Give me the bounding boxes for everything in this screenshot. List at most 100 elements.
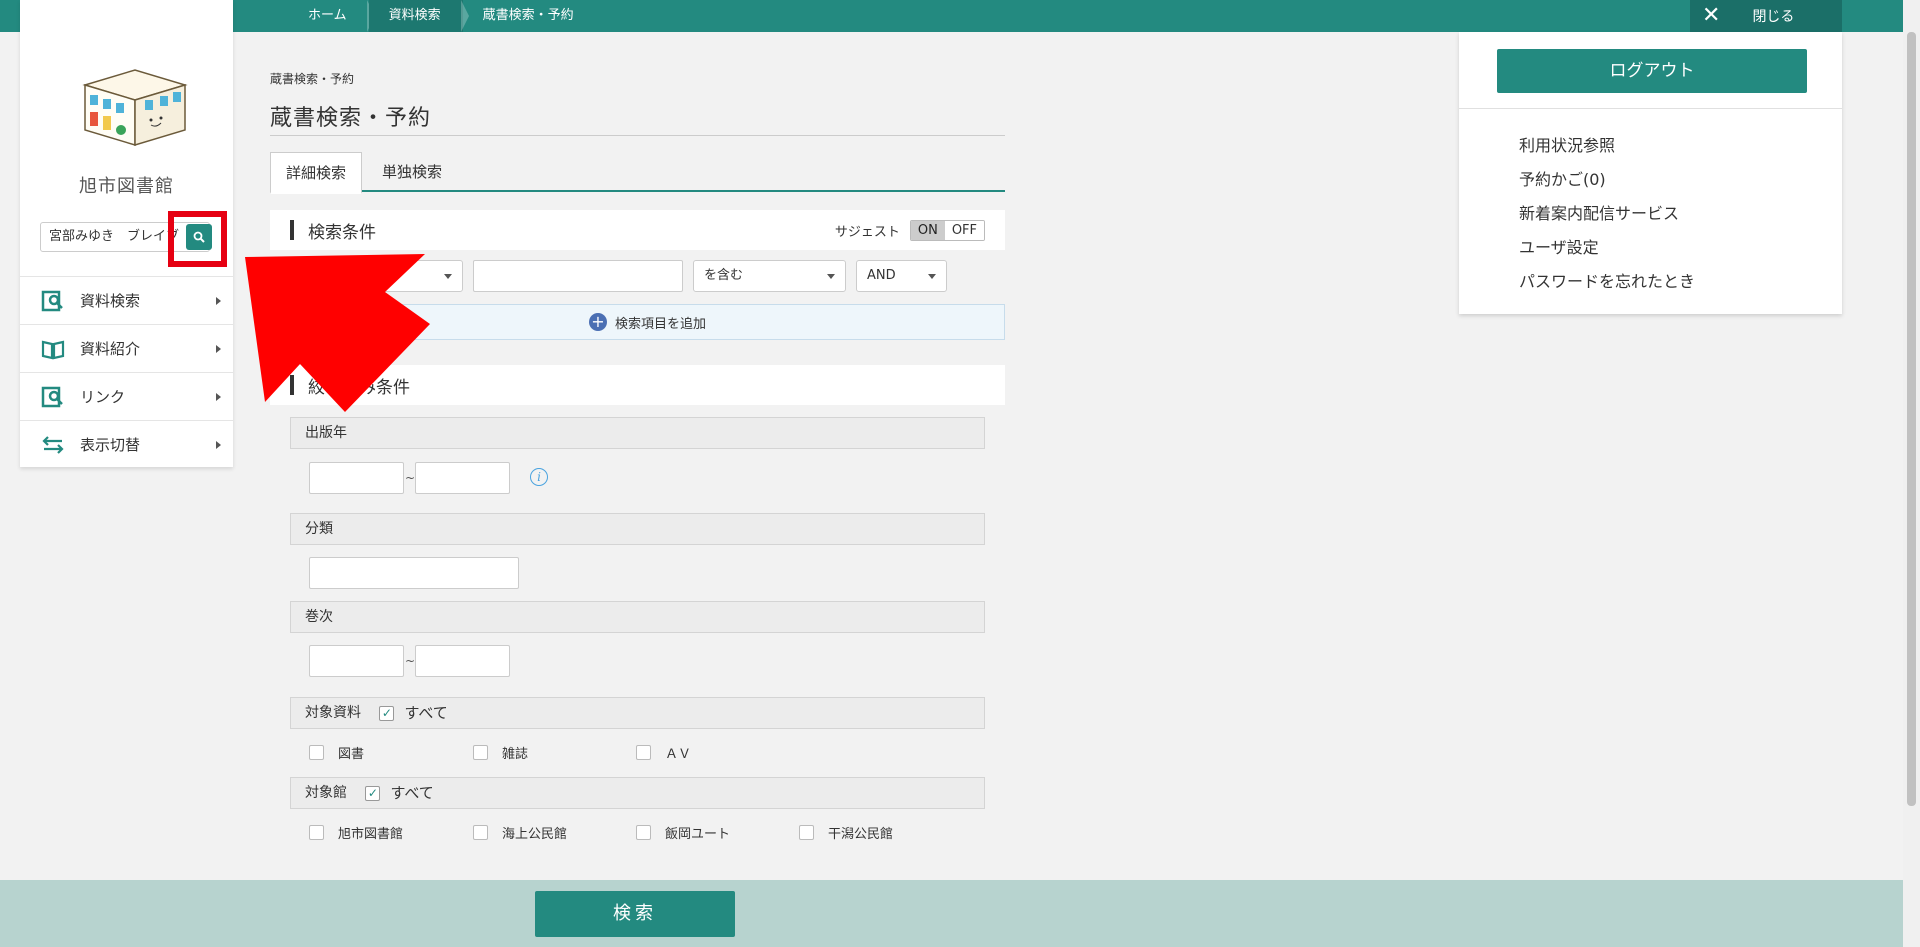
material-checkbox-av[interactable]: ＡＶ [636,743,691,762]
close-icon: ✕ [1702,3,1721,28]
branch-checkbox-unakami[interactable]: 海上公民館 [473,823,567,842]
checkbox[interactable] [473,745,488,760]
checkbox[interactable] [799,825,814,840]
material-all-checkbox[interactable]: ✓ すべて [379,698,448,728]
breadcrumb-current: 蔵書検索・予約 [482,8,574,23]
divider [1459,108,1842,109]
suggest-on-button[interactable]: ON [910,221,945,240]
plus-circle-icon: + [588,313,607,331]
caret-right-icon [216,345,221,353]
breadcrumb-material-search[interactable]: 資料検索 [368,0,469,32]
branch-all-checkbox[interactable]: ✓ すべて [365,778,434,808]
add-search-item-label: 検索項目を追加 [614,316,706,332]
suggest-off-button[interactable]: OFF [944,221,984,240]
logic-select[interactable]: AND [856,260,947,292]
search-conditions-header: 検索条件 サジェスト ON OFF [270,210,1005,250]
checkbox-label: 海上公民館 [502,827,568,842]
logic-select-value: AND [867,268,896,283]
pub-year-to-input[interactable] [415,462,510,494]
scrollbar-thumb[interactable] [1907,32,1916,806]
checkbox-label: 旭市図書館 [338,827,404,842]
range-tilde: ~ [405,654,416,668]
info-icon[interactable]: i [530,468,548,486]
chevron-down-icon [444,274,452,279]
caret-right-icon [216,441,221,449]
target-branch-label: 対象館 [305,785,347,801]
section-title: 検索条件 [308,222,376,243]
breadcrumb: ホーム 資料検索 蔵書検索・予約 [288,0,596,32]
suggest-toggle-group: サジェスト ON OFF [835,220,985,241]
branch-checkbox-higata[interactable]: 干潟公民館 [799,823,893,842]
library-name: 旭市図書館 [79,176,174,197]
page-subtitle: 蔵書検索・予約 [270,72,355,86]
volume-label: 巻次 [290,601,985,633]
tab-detail-search[interactable]: 詳細検索 [270,152,363,194]
range-tilde: ~ [405,471,416,485]
checkbox-label: 飯岡ユート [665,827,731,842]
branch-checkbox-asahi[interactable]: 旭市図書館 [309,823,403,842]
close-button[interactable]: ✕ 閉じる [1690,0,1842,32]
caret-right-icon [216,297,221,305]
logout-button[interactable]: ログアウト [1497,49,1807,93]
volume-from-input[interactable] [309,645,404,677]
target-branch-row: 対象館 ✓ すべて [290,777,985,809]
link-user-settings[interactable]: ユーザ設定 [1519,234,1599,258]
chevron-down-icon [928,274,936,279]
link-usage-status[interactable]: 利用状況参照 [1519,132,1615,156]
link-reservation-basket[interactable]: 予約かご(0) [1519,166,1606,190]
link-forgot-password[interactable]: パスワードを忘れたとき [1519,268,1695,292]
checkbox-label: 干潟公民館 [828,827,894,842]
material-checkbox-magazines[interactable]: 雑誌 [473,743,528,762]
library-logo[interactable] [65,50,195,150]
search-tabs: 詳細検索 単独検索 [270,152,1005,194]
chevron-down-icon [827,274,835,279]
tab-single-search[interactable]: 単独検索 [367,152,457,192]
classification-label: 分類 [290,513,985,545]
sidebar-item-label: 資料検索 [80,292,141,310]
link-new-arrivals-service[interactable]: 新着案内配信サービス [1519,200,1679,224]
pub-year-label: 出版年 [290,417,985,449]
branch-checkbox-iioka[interactable]: 飯岡ユート [636,823,730,842]
checkbox[interactable] [636,825,651,840]
target-material-label: 対象資料 [305,705,361,721]
checkmark-icon: ✓ [365,785,381,801]
sidebar-item-display-toggle[interactable]: 表示切替 [20,420,233,468]
sidebar-item-label: 表示切替 [80,436,141,454]
checkbox[interactable] [473,825,488,840]
checkbox[interactable] [309,745,324,760]
swap-arrows-icon [40,434,66,456]
material-checkbox-books[interactable]: 図書 [309,743,364,762]
suggest-toggle: ON OFF [909,220,985,241]
branch-all-label: すべて [390,784,434,802]
page-title: 蔵書検索・予約 [270,106,432,131]
sidebar-item-material-search[interactable]: 資料検索 [20,276,233,324]
search-submit-button[interactable]: 検索 [535,891,735,937]
annotation-highlight-box [168,211,227,267]
match-select[interactable]: を含む [693,260,846,292]
book-search-icon [40,290,66,312]
divider [270,135,1005,136]
breadcrumb-home[interactable]: ホーム [288,0,375,32]
material-all-label: すべて [404,704,448,722]
page-scrollbar[interactable] [1903,0,1920,947]
sidebar-nav: 資料検索 資料紹介 リンク 表示切替 [20,276,233,468]
top-bar: ホーム 資料検索 蔵書検索・予約 ✕ 閉じる [0,0,1920,32]
checkbox[interactable] [636,745,651,760]
sidebar-item-label: 資料紹介 [80,340,141,358]
target-material-row: 対象資料 ✓ すべて [290,697,985,729]
caret-right-icon [216,393,221,401]
annotation-arrow [245,254,430,412]
classification-input[interactable] [309,557,519,589]
sidebar-item-material-intro[interactable]: 資料紹介 [20,324,233,372]
pub-year-from-input[interactable] [309,462,404,494]
suggest-label: サジェスト [834,225,900,240]
user-menu-panel: ログアウト 利用状況参照 予約かご(0) 新着案内配信サービス ユーザ設定 パス… [1459,32,1842,314]
checkbox-label: ＡＶ [665,747,692,762]
keyword-input[interactable] [473,260,683,292]
volume-to-input[interactable] [415,645,510,677]
sidebar-item-label: リンク [80,388,126,406]
sidebar-item-link[interactable]: リンク [20,372,233,420]
section-bar [290,220,294,240]
checkbox[interactable] [309,825,324,840]
checkbox-label: 図書 [338,747,365,762]
